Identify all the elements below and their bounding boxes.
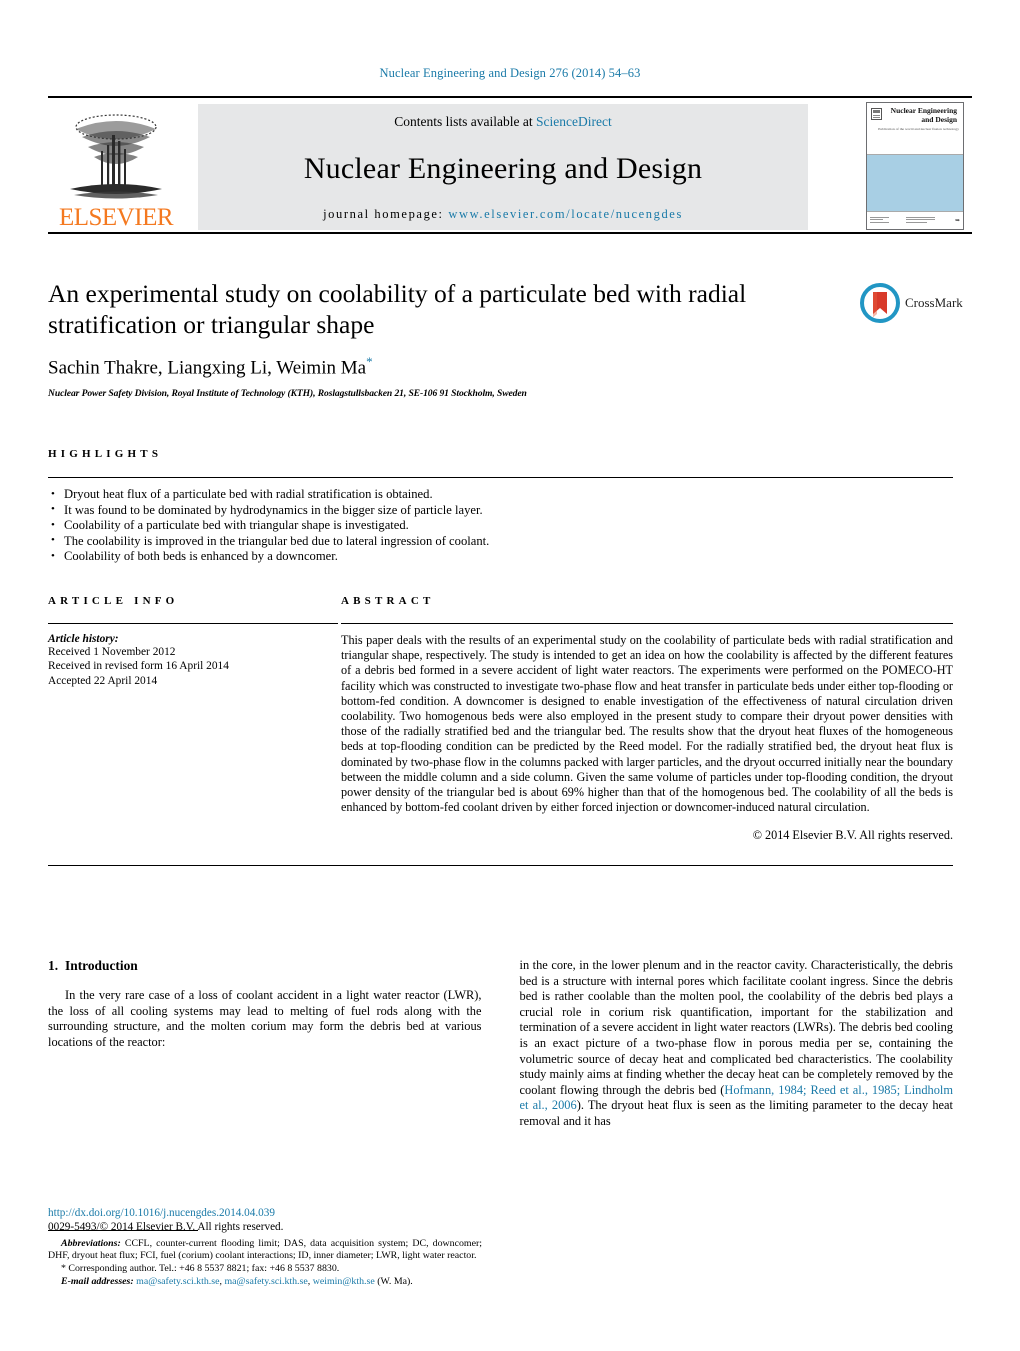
- footnote-corresponding-author: * Corresponding author. Tel.: +46 8 5537…: [48, 1263, 482, 1275]
- introduction-paragraph: In the very rare case of a loss of coola…: [48, 988, 482, 1049]
- abstract-body: This paper deals with the results of an …: [341, 633, 954, 815]
- right-text-part1: in the core, in the lower plenum and in …: [519, 958, 954, 1097]
- article-history-revised: Received in revised form 16 April 2014: [48, 660, 229, 673]
- abstract-copyright: © 2014 Elsevier B.V. All rights reserved…: [752, 828, 953, 843]
- journal-article-page: Nuclear Engineering and Design 276 (2014…: [0, 0, 1020, 1351]
- body-columns: 1. Introduction In the very rare case of …: [48, 958, 953, 1288]
- introduction-heading: 1. Introduction: [48, 958, 482, 974]
- email-link-1[interactable]: ma@safety.sci.kth.se: [136, 1276, 219, 1287]
- title-block: An experimental study on coolability of …: [48, 278, 828, 399]
- contents-available-line: Contents lists available at ScienceDirec…: [394, 114, 611, 130]
- masthead-bottom-rule: [48, 232, 972, 234]
- affiliation: Nuclear Power Safety Division, Royal Ins…: [48, 388, 527, 400]
- journal-masthead: ELSEVIER Contents lists available at Sci…: [48, 96, 972, 234]
- highlights-section: HIGHLIGHTS Dryout heat flux of a particu…: [48, 448, 953, 565]
- body-column-left: 1. Introduction In the very rare case of …: [48, 958, 482, 1288]
- cover-footer-band: ➥: [867, 211, 963, 229]
- email-link-3[interactable]: weimin@kth.se: [313, 1276, 375, 1287]
- journal-homepage-line: journal homepage: www.elsevier.com/locat…: [323, 207, 683, 222]
- section-divider-rule: [48, 865, 953, 867]
- cover-badge-icon: [871, 108, 882, 120]
- cover-footer-mid-lines: [906, 217, 940, 224]
- journal-title: Nuclear Engineering and Design: [303, 151, 703, 185]
- highlights-rule: [48, 477, 953, 478]
- corresponding-text: Corresponding author. Tel.: +46 8 5537 8…: [65, 1263, 340, 1275]
- crossmark-label: CrossMark: [905, 295, 963, 310]
- cover-title-band: Nuclear Engineering and Design Publicati…: [867, 103, 963, 155]
- author-list: Sachin Thakre, Liangxing Li, Weimin Ma*: [48, 354, 828, 379]
- cover-footer-mark-icon: ➥: [954, 218, 960, 224]
- body-column-right: in the core, in the lower plenum and in …: [520, 958, 954, 1288]
- article-info-rule: [48, 623, 338, 624]
- footnote-abbreviations: Abbreviations: CCFL, counter-current flo…: [48, 1238, 482, 1263]
- footnote-emails: E-mail addresses: ma@safety.sci.kth.se, …: [61, 1275, 413, 1287]
- article-history-label: Article history:: [48, 633, 119, 645]
- journal-cover-thumbnail: Nuclear Engineering and Design Publicati…: [866, 102, 964, 230]
- list-item: It was found to be dominated by hydrodyn…: [48, 502, 953, 519]
- abstract-rule: [341, 623, 953, 624]
- article-history-accepted: Accepted 22 April 2014: [48, 674, 158, 687]
- highlights-heading: HIGHLIGHTS: [48, 448, 163, 460]
- article-history-received: Received 1 November 2012: [48, 646, 176, 658]
- journal-homepage-link[interactable]: www.elsevier.com/locate/nucengdes: [448, 207, 683, 221]
- elsevier-wordmark: ELSEVIER: [58, 204, 174, 231]
- issn-copyright-line: 0029-5493/© 2014 Elsevier B.V. All right…: [48, 1221, 284, 1233]
- crossmark-badge[interactable]: CrossMark: [860, 280, 972, 326]
- abstract-heading: ABSTRACT: [341, 595, 435, 607]
- email-owner: (W. Ma).: [374, 1275, 413, 1287]
- contents-prefix: Contents lists available at: [394, 114, 536, 129]
- masthead-top-rule: [48, 96, 972, 98]
- page-title: An experimental study on coolability of …: [48, 279, 747, 339]
- introduction-number: 1.: [48, 958, 59, 973]
- elsevier-tree-icon: [70, 114, 162, 199]
- elsevier-logo: ELSEVIER: [56, 104, 176, 230]
- email-link-2[interactable]: ma@safety.sci.kth.se: [224, 1276, 307, 1287]
- abstract-column: ABSTRACT This paper deals with the resul…: [341, 595, 953, 843]
- running-head: Nuclear Engineering and Design 276 (2014…: [379, 66, 641, 80]
- info-abstract-section: ARTICLE INFO Article history: Received 1…: [48, 595, 953, 867]
- cover-title-text: Nuclear Engineering and Design: [890, 106, 957, 124]
- homepage-prefix: journal homepage:: [323, 207, 449, 221]
- list-item: Coolability of both beds is enhanced by …: [48, 549, 953, 565]
- list-item: Coolability of a particulate bed with tr…: [48, 518, 953, 534]
- list-item: The coolability is improved in the trian…: [48, 533, 953, 550]
- crossmark-icon: [860, 283, 900, 323]
- article-info-column: ARTICLE INFO Article history: Received 1…: [48, 595, 338, 843]
- list-item: Dryout heat flux of a particulate bed wi…: [48, 487, 953, 503]
- introduction-right-paragraph: in the core, in the lower plenum and in …: [520, 958, 954, 1130]
- right-text-part2: ). The dryout heat flux is seen as the l…: [519, 1098, 954, 1128]
- sciencedirect-link[interactable]: ScienceDirect: [536, 114, 612, 129]
- cover-footer-left-lines: [870, 217, 892, 224]
- cover-subtitle-text: Publication of the world and nuclear fis…: [878, 127, 959, 131]
- highlights-list: Dryout heat flux of a particulate bed wi…: [48, 487, 953, 565]
- footnote-block: Abbreviations: CCFL, counter-current flo…: [48, 1229, 482, 1288]
- cover-image-area: [867, 155, 963, 211]
- corresponding-author-marker: *: [366, 354, 373, 369]
- article-info-heading: ARTICLE INFO: [48, 595, 179, 607]
- masthead-center-panel: Contents lists available at ScienceDirec…: [198, 104, 808, 230]
- doi-link[interactable]: http://dx.doi.org/10.1016/j.nucengdes.20…: [48, 1206, 488, 1220]
- author-names: Sachin Thakre, Liangxing Li, Weimin Ma: [48, 357, 367, 379]
- introduction-title: Introduction: [65, 958, 138, 973]
- abbreviations-label: Abbreviations:: [61, 1237, 121, 1249]
- email-addresses-label: E-mail addresses:: [61, 1275, 134, 1287]
- doi-footer-block: http://dx.doi.org/10.1016/j.nucengdes.20…: [48, 1206, 488, 1234]
